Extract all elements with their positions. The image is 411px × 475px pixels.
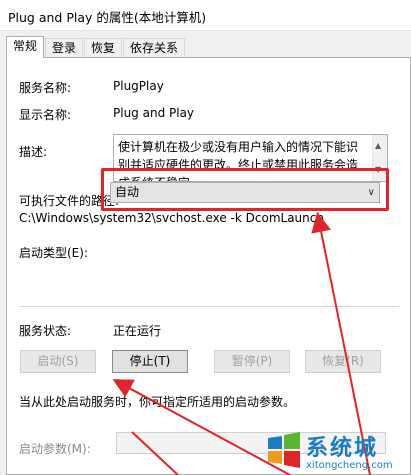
startup-type-label: 启动类型(E):: [19, 246, 88, 260]
display-name-value: Plug and Play: [113, 106, 195, 120]
section-divider: [19, 306, 399, 307]
windows-logo-icon: [268, 432, 300, 468]
exe-path-value: C:\Windows\system32\svchost.exe -k DcomL…: [19, 211, 324, 225]
window-title: Plug and Play 的属性(本地计算机): [8, 10, 207, 25]
tab-general[interactable]: 常规: [6, 36, 45, 58]
watermark-brand: 系统城: [306, 436, 379, 461]
service-status-label: 服务状态:: [19, 324, 72, 338]
service-status-value: 正在运行: [113, 324, 162, 338]
start-params-label: 启动参数(M):: [19, 442, 91, 456]
title-bar: Plug and Play 的属性(本地计算机): [0, 0, 411, 31]
watermark-logo: 系统城 xitongcheng.com: [266, 430, 408, 474]
tab-recovery[interactable]: 恢复: [84, 38, 123, 57]
general-tab-panel: 服务名称: PlugPlay 显示名称: Plug and Play 描述: 使…: [6, 57, 411, 475]
stop-button[interactable]: 停止(T): [112, 350, 188, 373]
start-button[interactable]: 启动(S): [20, 350, 96, 373]
highlight-box: [101, 168, 389, 211]
scroll-up-icon[interactable]: ▲: [375, 137, 381, 155]
service-name-value: PlugPlay: [113, 79, 164, 93]
display-name-label: 显示名称:: [19, 108, 72, 122]
start-params-hint: 当从此处启动服务时，你可指定所适用的启动参数。: [19, 395, 296, 409]
resume-button[interactable]: 恢复(R): [305, 350, 381, 373]
description-label: 描述:: [19, 145, 48, 159]
service-name-label: 服务名称:: [19, 81, 72, 95]
tab-logon[interactable]: 登录: [45, 38, 84, 57]
watermark-site: xitongcheng.com: [306, 460, 393, 471]
pause-button[interactable]: 暂停(P): [214, 350, 290, 373]
tab-dependencies[interactable]: 依存关系: [123, 38, 186, 57]
tab-strip: 常规 登录 恢复 依存关系: [0, 36, 411, 58]
